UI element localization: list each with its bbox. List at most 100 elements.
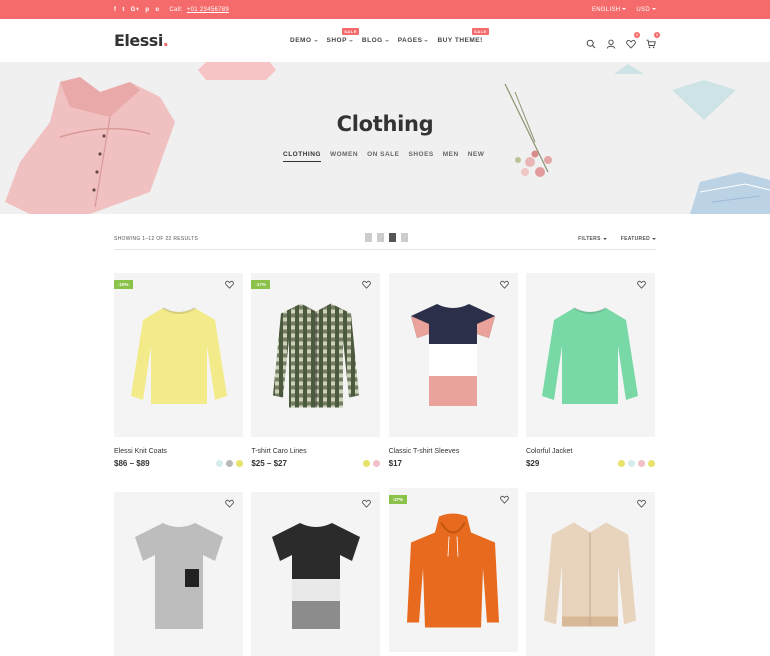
call-info: Call: +01 23456789 (169, 7, 229, 13)
currency-select[interactable]: USD (636, 7, 656, 13)
view-5-cols-icon[interactable] (401, 233, 408, 242)
product-image[interactable] (266, 519, 366, 629)
color-swatch[interactable] (363, 460, 371, 467)
pinterest-icon[interactable]: p (145, 7, 149, 13)
product-image-frame[interactable]: -37% (388, 488, 518, 652)
heart-icon[interactable] (225, 280, 234, 289)
nav-pages[interactable]: PAGES (398, 37, 429, 44)
product-card[interactable]: -10% Elessi Knit Coats $86 – $89 (114, 273, 243, 468)
color-swatch[interactable] (216, 460, 223, 467)
product-card[interactable] (114, 492, 243, 656)
tab-new[interactable]: NEW (468, 151, 485, 162)
call-label: Call: (169, 6, 183, 13)
shop-toolbar: SHOWING 1–12 OF 22 RESULTS FILTERS FEATU… (114, 229, 656, 250)
nav-demo[interactable]: DEMO (290, 37, 318, 44)
product-image[interactable] (540, 517, 640, 632)
tab-men[interactable]: MEN (443, 151, 459, 162)
instagram-icon[interactable]: o (155, 7, 159, 13)
tab-clothing[interactable]: CLOTHING (283, 151, 321, 162)
pink-shape (198, 62, 276, 80)
product-image-frame[interactable] (114, 492, 243, 656)
banner-decorations (5, 62, 770, 214)
facebook-icon[interactable]: f (114, 7, 116, 13)
product-card[interactable] (251, 492, 381, 656)
chevron-down-icon (313, 39, 318, 42)
product-image-frame[interactable] (251, 492, 381, 656)
view-3-cols-icon[interactable] (377, 233, 384, 242)
chevron-down-icon (602, 237, 607, 240)
heart-icon[interactable] (637, 280, 646, 289)
heart-icon[interactable] (362, 499, 372, 508)
color-swatch[interactable] (373, 460, 381, 467)
product-card[interactable] (525, 492, 655, 656)
google-plus-icon[interactable]: G+ (131, 7, 140, 13)
chevron-down-icon (622, 7, 627, 10)
product-title[interactable]: Colorful Jacket (526, 448, 655, 455)
dress-image (5, 77, 175, 214)
product-card[interactable]: Classic T-shirt Sleeves $17 (388, 273, 518, 468)
product-title[interactable]: Classic T-shirt Sleeves (389, 448, 518, 455)
twitter-icon[interactable]: t (122, 7, 124, 13)
product-image[interactable] (129, 519, 229, 629)
teal-shape (614, 64, 644, 74)
nav-shop[interactable]: SHOP SALE (327, 28, 359, 44)
view-4-cols-icon[interactable] (389, 233, 396, 242)
search-icon[interactable] (586, 36, 596, 48)
color-swatch[interactable] (627, 460, 635, 467)
product-grid: -10% Elessi Knit Coats $86 – $89 -17% T-shir… (114, 273, 656, 656)
product-title[interactable]: Elessi Knit Coats (114, 448, 243, 455)
tab-women[interactable]: WOMEN (330, 151, 358, 162)
logo[interactable]: Elessi. (114, 31, 169, 50)
phone-link[interactable]: +01 23456789 (187, 7, 229, 13)
color-swatch[interactable] (637, 460, 645, 467)
language-select[interactable]: ENGLISH (592, 7, 627, 13)
heart-icon[interactable] (362, 280, 372, 289)
category-tabs: CLOTHING WOMEN ON SALE SHOES MEN NEW (283, 151, 484, 162)
cart-icon[interactable]: 0 (646, 31, 660, 48)
product-price: $25 – $27 (251, 459, 287, 468)
tab-on-sale[interactable]: ON SALE (367, 151, 399, 162)
chevron-down-icon (652, 237, 656, 240)
filters-button[interactable]: FILTERS (578, 236, 607, 242)
results-count: SHOWING 1–12 OF 22 RESULTS (114, 236, 199, 242)
product-image[interactable] (540, 300, 640, 410)
chevron-down-icon (652, 7, 656, 10)
heart-icon[interactable] (637, 499, 646, 508)
chevron-down-icon (424, 39, 429, 42)
product-image[interactable] (403, 513, 503, 628)
product-card[interactable]: -17% T-shirt Caro Lines $25 – $27 (251, 273, 381, 468)
view-2-cols-icon[interactable] (365, 233, 372, 242)
product-image-frame[interactable] (525, 492, 655, 656)
product-image-frame[interactable] (525, 273, 655, 437)
sale-badge: SALE (342, 28, 359, 35)
nav-blog[interactable]: BLOG (362, 37, 389, 44)
color-swatches (363, 460, 381, 467)
sort-select[interactable]: FEATURED (621, 236, 656, 242)
color-swatch[interactable] (617, 460, 625, 467)
product-title[interactable]: T-shirt Caro Lines (251, 448, 380, 455)
color-swatch[interactable] (226, 460, 233, 467)
discount-badge: -10% (114, 280, 133, 289)
heart-icon[interactable] (499, 280, 509, 289)
wishlist-icon[interactable]: 0 (626, 31, 640, 49)
color-swatch[interactable] (236, 460, 243, 467)
product-card[interactable]: -37% (388, 488, 518, 656)
heart-icon[interactable] (499, 495, 509, 504)
product-price: $29 (525, 459, 540, 468)
color-swatch[interactable] (647, 460, 655, 467)
product-image-frame[interactable]: -10% (114, 273, 243, 437)
product-image[interactable] (271, 298, 361, 413)
user-icon[interactable] (606, 36, 616, 49)
heart-icon[interactable] (225, 499, 234, 508)
product-image[interactable] (129, 300, 229, 410)
site-header: Elessi. DEMO SHOP SALE BLOG PAGES BUY THE… (0, 19, 770, 62)
tab-shoes[interactable]: SHOES (409, 151, 434, 162)
nav-buy-theme[interactable]: BUY THEME! SALE (437, 28, 489, 44)
product-image[interactable] (403, 300, 503, 410)
color-swatches (216, 460, 243, 467)
jeans-image (690, 172, 770, 214)
color-swatches (617, 460, 655, 467)
product-card[interactable]: Colorful Jacket $29 (525, 273, 655, 468)
product-image-frame[interactable]: -17% (251, 273, 381, 437)
product-image-frame[interactable] (388, 273, 518, 437)
